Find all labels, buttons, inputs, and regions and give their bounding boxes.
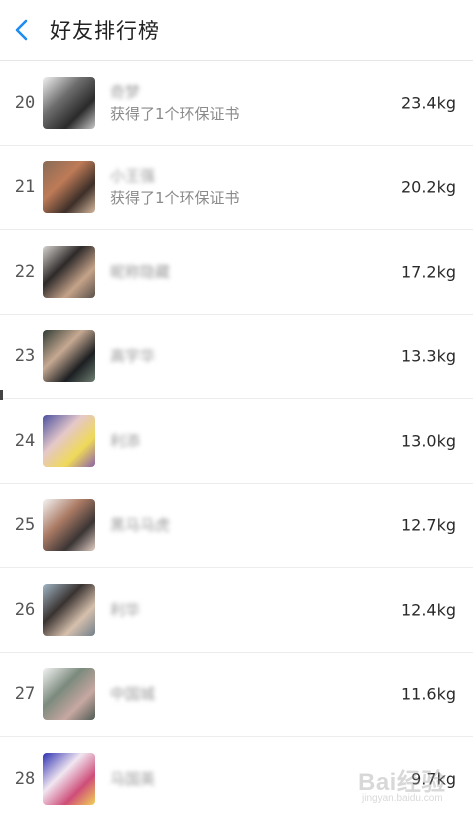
weight-value: 23.4kg: [400, 93, 456, 113]
avatar: [43, 161, 95, 214]
watermark-url: jingyan.baidu.com: [362, 793, 443, 804]
list-item[interactable]: 22 昵称隐藏 17.2kg: [0, 230, 473, 315]
user-name: 黑马马虎: [110, 516, 171, 535]
user-name: 小王强: [110, 167, 156, 186]
user-info: 黑马马虎: [110, 514, 170, 536]
user-info: 利华: [110, 599, 140, 621]
avatar: [43, 583, 95, 636]
user-info: 奇梦 获得了1个环保证书: [110, 81, 240, 125]
app-header: 好友排行榜: [0, 0, 473, 61]
user-name: 奇梦: [110, 82, 141, 101]
list-item[interactable]: 24 利添 13.0kg: [0, 399, 473, 484]
weight-value: 20.2kg: [400, 177, 456, 197]
back-button[interactable]: [0, 0, 42, 60]
list-item[interactable]: 20 奇梦 获得了1个环保证书 23.4kg: [0, 61, 473, 146]
weight-value: 11.6kg: [400, 684, 456, 704]
avatar: [43, 753, 95, 806]
avatar: [43, 668, 95, 721]
weight-value: 12.4kg: [400, 600, 456, 620]
list-item[interactable]: 23 高宇华 13.3kg: [0, 315, 473, 399]
user-name: 马国英: [110, 770, 156, 789]
user-info: 利添: [110, 430, 140, 452]
avatar: [43, 414, 95, 467]
weight-value: 13.3kg: [400, 346, 456, 366]
page-title: 好友排行榜: [50, 19, 160, 43]
user-info: 昵称隐藏: [110, 261, 170, 283]
user-name: 利添: [110, 431, 141, 450]
weight-value: 13.0kg: [400, 431, 456, 451]
leaderboard-list: 20 奇梦 获得了1个环保证书 23.4kg 21 小王强 获得了1个环保证书 …: [0, 61, 473, 822]
avatar: [43, 245, 95, 298]
achievement-text: 获得了1个环保证书: [110, 189, 240, 208]
user-info: 小王强 获得了1个环保证书: [110, 165, 240, 209]
achievement-text: 获得了1个环保证书: [110, 104, 240, 123]
baidu-jingyan-watermark: Bai经验 jingyan.baidu.com: [358, 762, 468, 808]
avatar: [43, 76, 95, 129]
list-item[interactable]: 25 黑马马虎 12.7kg: [0, 484, 473, 568]
weight-value: 17.2kg: [400, 262, 456, 282]
avatar: [43, 330, 95, 383]
list-item[interactable]: 27 中国城 11.6kg: [0, 653, 473, 737]
user-info: 马国英: [110, 768, 155, 790]
user-name: 昵称隐藏: [110, 262, 171, 281]
watermark-text: Bai经验: [358, 769, 446, 796]
chevron-left-icon: [15, 19, 28, 41]
weight-value: 12.7kg: [400, 515, 456, 535]
user-name: 高宇华: [110, 347, 156, 366]
user-name: 利华: [110, 600, 141, 619]
avatar: [43, 499, 95, 552]
edge-marker: [0, 390, 3, 400]
user-name: 中国城: [110, 685, 156, 704]
user-info: 高宇华: [110, 345, 155, 367]
list-item[interactable]: 21 小王强 获得了1个环保证书 20.2kg: [0, 146, 473, 230]
user-info: 中国城: [110, 683, 155, 705]
list-item[interactable]: 26 利华 12.4kg: [0, 568, 473, 653]
